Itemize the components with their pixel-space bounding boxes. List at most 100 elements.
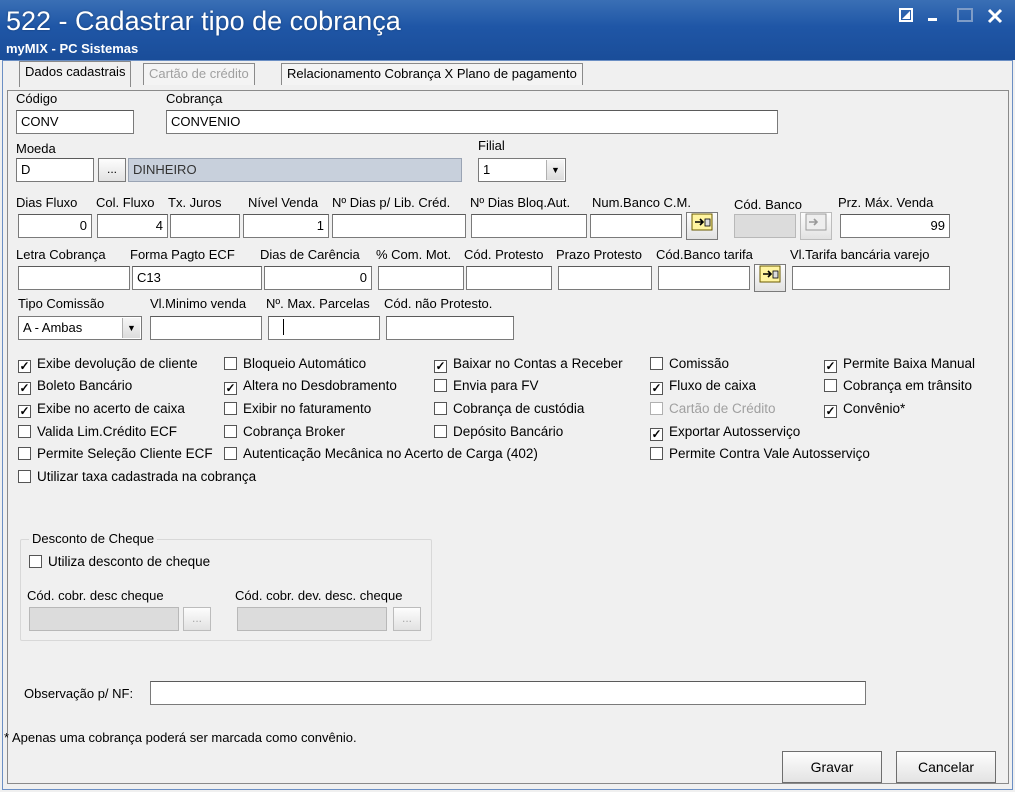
- checkbox-cobranca-custodia[interactable]: Cobrança de custódia: [434, 401, 584, 419]
- cobranca-input[interactable]: CONVENIO: [166, 110, 778, 134]
- desconto-cheque-group: Desconto de Cheque Utiliza desconto de c…: [20, 531, 432, 641]
- checkbox-convenio[interactable]: ✓ Convênio*: [824, 401, 905, 419]
- tipo-comissao-select[interactable]: A - Ambas ▼: [18, 316, 142, 340]
- checkbox-deposito-bancario[interactable]: Depósito Bancário: [434, 424, 563, 442]
- cod-cobr-desc-label: Cód. cobr. desc cheque: [27, 588, 164, 603]
- checkbox-box[interactable]: [434, 379, 447, 392]
- checkbox-box[interactable]: [18, 425, 31, 438]
- checkbox-box[interactable]: ✓: [18, 405, 31, 418]
- checkbox-box[interactable]: [824, 379, 837, 392]
- checkbox-valida-lim-credito-ecf[interactable]: Valida Lim.Crédito ECF: [18, 424, 177, 442]
- tx-juros-input[interactable]: [170, 214, 240, 238]
- cancelar-button[interactable]: Cancelar: [896, 751, 996, 783]
- checkbox-box[interactable]: [224, 357, 237, 370]
- checkbox-cartao-credito: Cartão de Crédito: [650, 401, 776, 419]
- cod-banco-tarifa-lookup-button[interactable]: [754, 264, 786, 292]
- max-parcelas-input[interactable]: [268, 316, 380, 340]
- checkbox-box[interactable]: [434, 402, 447, 415]
- cod-banco-tarifa-label: Cód.Banco tarifa: [656, 247, 753, 262]
- com-mot-input[interactable]: [378, 266, 464, 290]
- checkbox-label: Convênio*: [843, 401, 906, 416]
- checkbox-fluxo-caixa[interactable]: ✓ Fluxo de caixa: [650, 378, 756, 396]
- cod-cobr-dev-desc-lookup-button: ...: [393, 607, 421, 631]
- dias-lib-cred-input[interactable]: [332, 214, 466, 238]
- vl-tarifa-bancaria-label: Vl.Tarifa bancária varejo: [790, 247, 930, 262]
- checkbox-box[interactable]: ✓: [650, 428, 663, 441]
- checkbox-envia-fv[interactable]: Envia para FV: [434, 378, 539, 396]
- codigo-label: Código: [16, 91, 58, 106]
- letra-cobranca-input[interactable]: [18, 266, 130, 290]
- dias-carencia-input[interactable]: 0: [264, 266, 372, 290]
- minimize-icon[interactable]: [922, 8, 944, 28]
- checkbox-bloqueio-automatico[interactable]: Bloqueio Automático: [224, 356, 366, 374]
- checkbox-permite-baixa-manual[interactable]: ✓ Permite Baixa Manual: [824, 356, 975, 374]
- checkbox-box[interactable]: ✓: [650, 382, 663, 395]
- close-icon[interactable]: [984, 8, 1006, 28]
- cod-banco-tarifa-input[interactable]: [658, 266, 750, 290]
- checkbox-exibe-acerto-caixa[interactable]: ✓ Exibe no acerto de caixa: [18, 401, 185, 419]
- num-banco-cm-lookup-button[interactable]: [686, 212, 718, 240]
- checkbox-box[interactable]: [224, 425, 237, 438]
- moeda-lookup-button[interactable]: ...: [98, 158, 126, 182]
- tab-relacionamento[interactable]: Relacionamento Cobrança X Plano de pagam…: [281, 63, 583, 85]
- vl-tarifa-bancaria-input[interactable]: [792, 266, 950, 290]
- forma-pagto-ecf-input[interactable]: C13: [132, 266, 262, 290]
- codigo-input[interactable]: CONV: [16, 110, 134, 134]
- cod-nao-protesto-input[interactable]: [386, 316, 514, 340]
- num-banco-cm-input[interactable]: [590, 214, 682, 238]
- prazo-protesto-input[interactable]: [558, 266, 652, 290]
- checkbox-cobranca-transito[interactable]: Cobrança em trânsito: [824, 378, 972, 396]
- checkbox-label: Exibir no faturamento: [243, 401, 372, 416]
- desconto-cheque-title: Desconto de Cheque: [29, 531, 158, 546]
- filial-select[interactable]: 1 ▼: [478, 158, 566, 182]
- checkbox-box[interactable]: [434, 425, 447, 438]
- checkbox-cobranca-broker[interactable]: Cobrança Broker: [224, 424, 345, 442]
- prz-max-venda-input[interactable]: 99: [840, 214, 950, 238]
- cod-banco-label: Cód. Banco: [734, 197, 802, 212]
- checkbox-box[interactable]: [18, 447, 31, 460]
- dias-fluxo-input[interactable]: 0: [18, 214, 92, 238]
- checkbox-exportar-autosservico[interactable]: ✓ Exportar Autosserviço: [650, 424, 800, 442]
- vl-minimo-venda-input[interactable]: [150, 316, 262, 340]
- checkbox-label: Utilizar taxa cadastrada na cobrança: [37, 469, 257, 484]
- tab-dados-cadastrais[interactable]: Dados cadastrais: [19, 61, 132, 87]
- moeda-input[interactable]: D: [16, 158, 94, 182]
- checkbox-box[interactable]: [29, 555, 42, 568]
- com-mot-label: % Com. Mot.: [376, 247, 452, 262]
- checkbox-comissao[interactable]: Comissão: [650, 356, 729, 374]
- checkbox-baixar-contas-receber[interactable]: ✓ Baixar no Contas a Receber: [434, 356, 623, 374]
- checkbox-box[interactable]: [224, 447, 237, 460]
- checkbox-altera-desdobramento[interactable]: ✓ Altera no Desdobramento: [224, 378, 397, 396]
- checkbox-box[interactable]: [650, 357, 663, 370]
- checkbox-box[interactable]: ✓: [224, 382, 237, 395]
- checkbox-permite-selecao-cliente-ecf[interactable]: Permite Seleção Cliente ECF: [18, 446, 213, 464]
- restore-icon[interactable]: [895, 8, 917, 28]
- checkbox-box[interactable]: [650, 447, 663, 460]
- checkbox-autenticacao-mecanica[interactable]: Autenticação Mecânica no Acerto de Carga…: [224, 446, 538, 464]
- prazo-protesto-label: Prazo Protesto: [556, 247, 642, 262]
- checkbox-utiliza-desconto-cheque[interactable]: Utiliza desconto de cheque: [29, 554, 210, 572]
- checkbox-permite-contra-vale[interactable]: Permite Contra Vale Autosserviço: [650, 446, 870, 464]
- checkbox-boleto-bancario[interactable]: ✓ Boleto Bancário: [18, 378, 132, 396]
- chevron-down-icon[interactable]: ▼: [546, 160, 564, 180]
- gravar-button[interactable]: Gravar: [782, 751, 882, 783]
- nivel-venda-input[interactable]: 1: [243, 214, 329, 238]
- col-fluxo-input[interactable]: 4: [97, 214, 168, 238]
- tx-juros-label: Tx. Juros: [168, 195, 222, 210]
- checkbox-box[interactable]: ✓: [18, 360, 31, 373]
- cod-protesto-input[interactable]: [466, 266, 552, 290]
- chevron-down-icon[interactable]: ▼: [122, 318, 140, 338]
- checkbox-box[interactable]: ✓: [18, 382, 31, 395]
- observacao-input[interactable]: [150, 681, 866, 705]
- checkbox-utilizar-taxa-cadastrada[interactable]: Utilizar taxa cadastrada na cobrança: [18, 469, 256, 487]
- checkbox-exibe-devolucao[interactable]: ✓ Exibe devolução de cliente: [18, 356, 198, 374]
- checkbox-box[interactable]: ✓: [824, 405, 837, 418]
- checkbox-box[interactable]: [224, 402, 237, 415]
- dias-bloq-aut-input[interactable]: [471, 214, 587, 238]
- checkbox-label: Exportar Autosserviço: [669, 424, 801, 439]
- checkbox-box[interactable]: [18, 470, 31, 483]
- checkbox-box[interactable]: ✓: [824, 360, 837, 373]
- cod-cobr-desc-lookup-button: ...: [183, 607, 211, 631]
- checkbox-box[interactable]: ✓: [434, 360, 447, 373]
- checkbox-exibir-faturamento[interactable]: Exibir no faturamento: [224, 401, 371, 419]
